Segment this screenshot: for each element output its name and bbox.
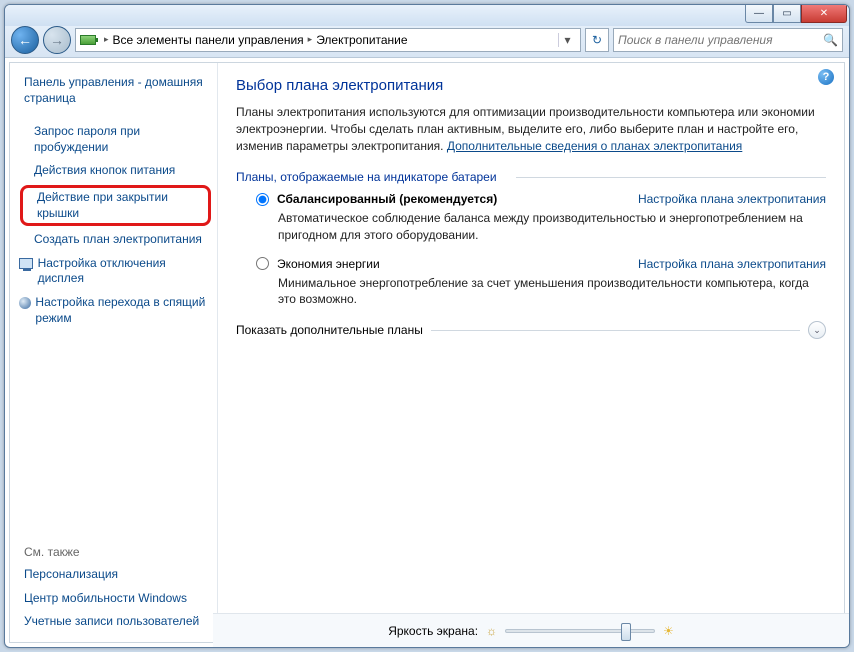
breadcrumb-separator-icon: ▸ bbox=[308, 34, 313, 45]
sidebar-home[interactable]: Панель управления - домашняя страница bbox=[14, 71, 217, 110]
expand-label: Показать дополнительные планы bbox=[236, 323, 423, 337]
plan-name: Экономия энергии bbox=[277, 257, 380, 271]
sidebar-link-sleep[interactable]: Настройка перехода в спящий режим bbox=[14, 291, 217, 330]
show-additional-plans[interactable]: Показать дополнительные планы ⌄ bbox=[236, 321, 826, 339]
search-icon[interactable]: 🔍 bbox=[823, 33, 838, 47]
brightness-bar: Яркость экрана: ☼ ☀ bbox=[213, 613, 845, 643]
address-row: ← → ▸ Все элементы панели управления ▸ Э… bbox=[5, 26, 849, 58]
close-button[interactable]: ✕ bbox=[801, 5, 847, 23]
help-icon[interactable]: ? bbox=[818, 69, 834, 85]
sidebar-link-power-buttons[interactable]: Действия кнопок питания bbox=[14, 159, 217, 183]
see-also-heading: См. также bbox=[14, 541, 217, 563]
sidebar: Панель управления - домашняя страница За… bbox=[10, 63, 218, 642]
breadcrumb-level1[interactable]: Все элементы панели управления bbox=[113, 33, 304, 47]
maximize-button[interactable]: ▭ bbox=[773, 5, 801, 23]
display-icon bbox=[18, 256, 34, 272]
address-bar[interactable]: ▸ Все элементы панели управления ▸ Элект… bbox=[75, 28, 581, 52]
back-button[interactable]: ← bbox=[11, 26, 39, 54]
sidebar-link-lid-action[interactable]: Действие при закрытии крышки bbox=[20, 185, 211, 226]
search-box[interactable]: 🔍 bbox=[613, 28, 843, 52]
breadcrumb-level2[interactable]: Электропитание bbox=[316, 33, 407, 47]
sidebar-link-label: Настройка перехода в спящий режим bbox=[35, 295, 211, 326]
plan-name: Сбалансированный (рекомендуется) bbox=[277, 192, 497, 206]
forward-button[interactable]: → bbox=[43, 26, 71, 54]
intro-link[interactable]: Дополнительные сведения о планах электро… bbox=[447, 139, 742, 153]
refresh-button[interactable]: ↻ bbox=[585, 28, 609, 52]
titlebar: — ▭ ✕ bbox=[5, 5, 849, 26]
sidebar-link-display-off[interactable]: Настройка отключения дисплея bbox=[14, 252, 217, 291]
brightness-slider-thumb[interactable] bbox=[621, 623, 631, 641]
sun-dim-icon: ☼ bbox=[486, 624, 497, 638]
plans-group-label: Планы, отображаемые на индикаторе батаре… bbox=[236, 170, 497, 184]
page-title: Выбор плана электропитания bbox=[236, 77, 826, 94]
content-body: Панель управления - домашняя страница За… bbox=[9, 62, 845, 643]
sleep-icon bbox=[18, 295, 31, 311]
breadcrumb-separator-icon: ▸ bbox=[104, 34, 109, 45]
divider-line bbox=[516, 177, 826, 178]
see-also-mobility-center[interactable]: Центр мобильности Windows bbox=[14, 587, 217, 611]
power-plan-saver: Экономия энергии Настройка плана электро… bbox=[256, 257, 826, 307]
see-also-personalization[interactable]: Персонализация bbox=[14, 563, 217, 587]
control-panel-window: — ▭ ✕ ← → ▸ Все элементы панели управлен… bbox=[4, 4, 850, 648]
plan-description: Автоматическое соблюдение баланса между … bbox=[278, 210, 826, 242]
sun-bright-icon: ☀ bbox=[663, 624, 674, 638]
sidebar-link-wake-password[interactable]: Запрос пароля при пробуждении bbox=[14, 120, 217, 159]
plan-description: Минимальное энергопотребление за счет ум… bbox=[278, 275, 826, 307]
power-icon bbox=[80, 35, 96, 45]
minimize-button[interactable]: — bbox=[745, 5, 773, 23]
divider-line bbox=[431, 330, 800, 331]
search-input[interactable] bbox=[618, 33, 823, 47]
brightness-label: Яркость экрана: bbox=[388, 624, 478, 638]
see-also-user-accounts[interactable]: Учетные записи пользователей bbox=[14, 610, 217, 634]
plans-group-title: Планы, отображаемые на индикаторе батаре… bbox=[236, 170, 826, 184]
chevron-down-icon[interactable]: ⌄ bbox=[808, 321, 826, 339]
brightness-slider[interactable] bbox=[505, 629, 655, 633]
plan-radio-saver[interactable] bbox=[256, 257, 269, 270]
sidebar-link-create-plan[interactable]: Создать план электропитания bbox=[14, 228, 217, 252]
plan-radio-balanced[interactable] bbox=[256, 193, 269, 206]
intro-text: Планы электропитания используются для оп… bbox=[236, 104, 826, 154]
plan-settings-link[interactable]: Настройка плана электропитания bbox=[638, 257, 826, 271]
address-dropdown-icon[interactable]: ▾ bbox=[558, 33, 576, 47]
plan-settings-link[interactable]: Настройка плана электропитания bbox=[638, 192, 826, 206]
sidebar-link-label: Настройка отключения дисплея bbox=[38, 256, 211, 287]
power-plan-balanced: Сбалансированный (рекомендуется) Настрой… bbox=[256, 192, 826, 242]
main-content: ? Выбор плана электропитания Планы элект… bbox=[218, 63, 844, 642]
